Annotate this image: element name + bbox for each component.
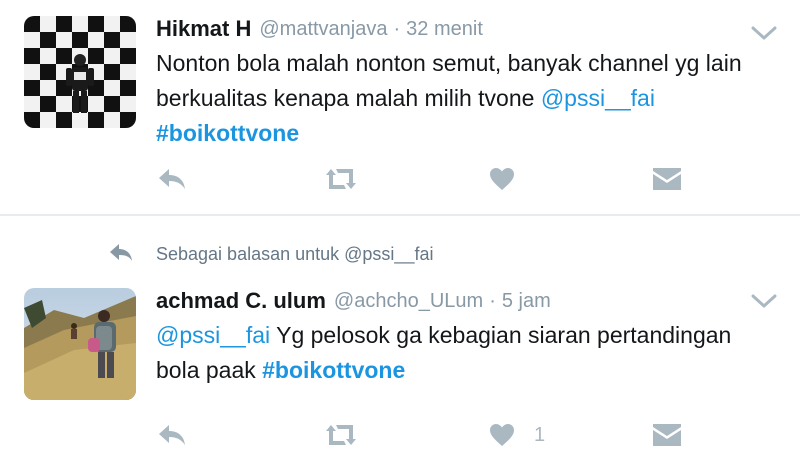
- author-handle[interactable]: @achcho_ULum: [334, 290, 483, 313]
- author-handle[interactable]: @mattvanjava: [259, 18, 387, 41]
- separator-dot: ·: [393, 17, 401, 40]
- reply-context-text[interactable]: Sebagai balasan untuk @pssi__fai: [156, 242, 433, 266]
- tweet[interactable]: Sebagai balasan untuk @pssi__fai achmad …: [0, 216, 800, 450]
- tweet-header: Hikmat H @mattvanjava · 32 menit: [156, 12, 483, 46]
- timestamp[interactable]: 5 jam: [502, 290, 551, 313]
- retweet-icon: [326, 425, 356, 445]
- retweet-button[interactable]: [322, 418, 360, 452]
- heart-icon: [490, 424, 514, 446]
- separator-dot: ·: [489, 289, 496, 312]
- tweet-actions: 1: [0, 418, 800, 452]
- reply-icon: [108, 242, 134, 264]
- reply-icon: [159, 425, 185, 445]
- mention-link[interactable]: @pssi__fai: [156, 322, 270, 348]
- tweet[interactable]: Hikmat H @mattvanjava · 32 menit Nonton …: [0, 0, 800, 215]
- tweet-text: @pssi__fai Yg pelosok ga kebagian siaran…: [156, 318, 776, 388]
- like-button[interactable]: [488, 162, 534, 196]
- envelope-icon: [653, 168, 681, 190]
- direct-message-button[interactable]: [652, 418, 682, 452]
- envelope-icon: [653, 424, 681, 446]
- reply-context: Sebagai balasan untuk @pssi__fai: [0, 240, 800, 270]
- reply-button[interactable]: [156, 162, 188, 196]
- chevron-down-icon[interactable]: [750, 24, 778, 44]
- timestamp[interactable]: 32 menit: [406, 18, 483, 41]
- retweet-button[interactable]: [322, 162, 360, 196]
- tweet-text: Nonton bola malah nonton semut, banyak c…: [156, 46, 776, 151]
- avatar[interactable]: [24, 16, 136, 128]
- like-count: 1: [534, 423, 546, 446]
- author-name[interactable]: achmad C. ulum: [156, 288, 326, 314]
- hashtag-link[interactable]: #boikottvone: [262, 357, 405, 383]
- chevron-down-icon[interactable]: [750, 292, 778, 312]
- reply-icon: [159, 169, 185, 189]
- like-button[interactable]: 1: [488, 418, 545, 452]
- author-name[interactable]: Hikmat H: [156, 16, 251, 42]
- retweet-icon: [326, 169, 356, 189]
- heart-icon: [490, 168, 514, 190]
- tweet-header: achmad C. ulum @achcho_ULum · 5 jam: [156, 284, 551, 318]
- tweet-actions: [0, 162, 800, 196]
- reply-button[interactable]: [156, 418, 188, 452]
- direct-message-button[interactable]: [652, 162, 682, 196]
- mention-link[interactable]: @pssi__fai: [541, 85, 655, 111]
- avatar[interactable]: [24, 288, 136, 400]
- hashtag-link[interactable]: #boikottvone: [156, 120, 299, 146]
